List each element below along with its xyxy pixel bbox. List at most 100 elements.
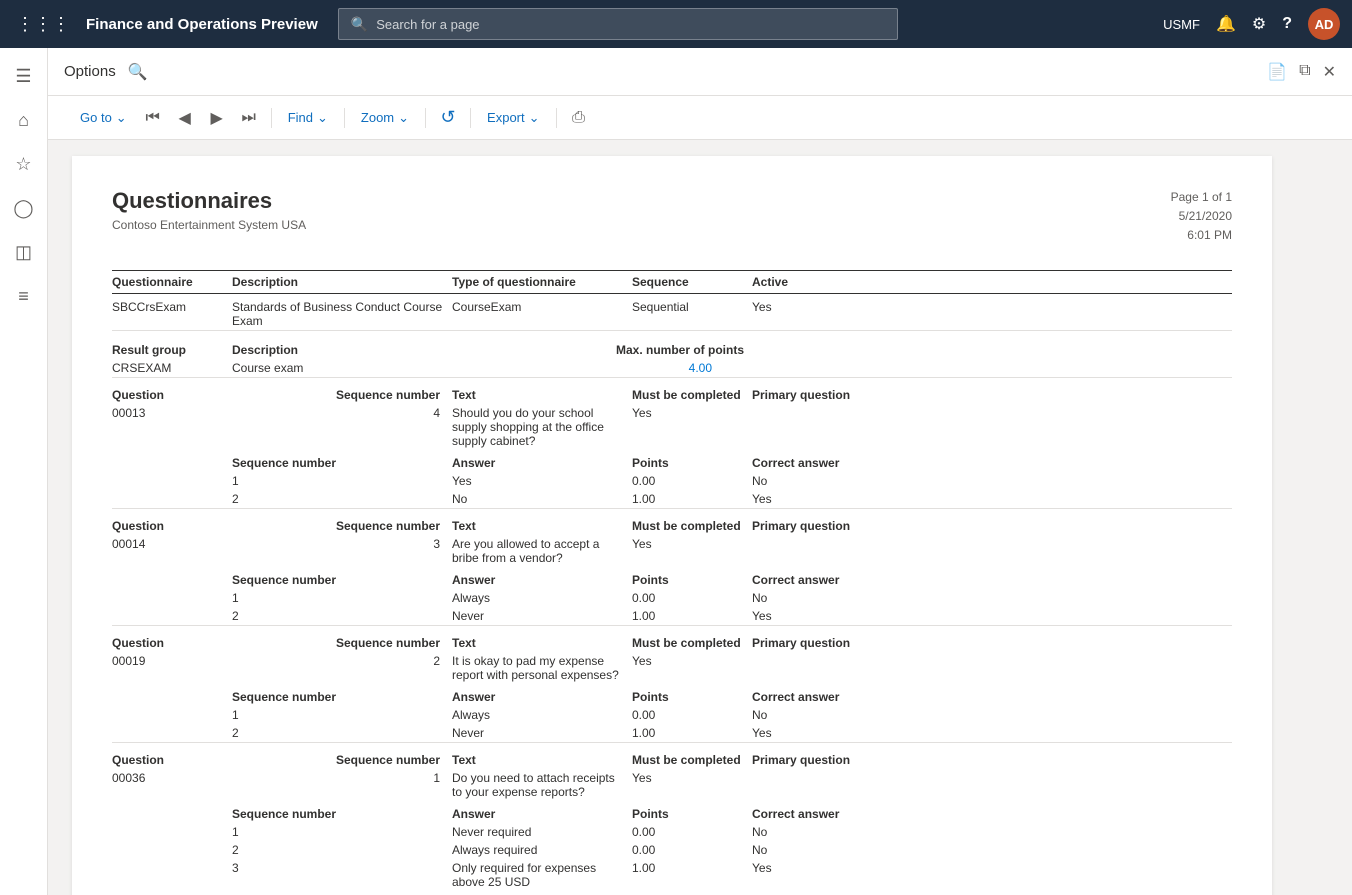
a-seq-00019-2[interactable]: 2 [232,724,452,743]
question-data-00014: 00014 3 Are you allowed to accept a brib… [112,535,1232,567]
separator-3 [425,108,426,128]
a-seq-00014-1[interactable]: 1 [232,589,452,607]
a-pts-00014-1: 0.00 [632,589,752,607]
help-icon[interactable]: ? [1282,15,1292,33]
a-pts-00013-2: 1.00 [632,490,752,509]
recent-icon[interactable]: ◯ [4,188,44,228]
question-header-00019: Question Sequence number Text Must be co… [112,625,1232,652]
a-seq-00036-1[interactable]: 1 [232,823,452,841]
nav-prev-button[interactable]: ◀ [171,104,199,132]
goto-chevron: ⌄ [116,110,127,126]
bookmark-icon[interactable]: 📄 [1267,62,1287,82]
q-primary-00014 [752,535,1232,567]
a-correct-00036-3: Yes [752,859,1232,891]
answer-row-00036-2: 2 Always required 0.00 No [112,841,1232,859]
q-id-00036[interactable]: 00036 [112,769,232,801]
q-label-1: Question [112,377,232,404]
goto-button[interactable]: Go to ⌄ [72,106,135,130]
workspaces-icon[interactable]: ◫ [4,232,44,272]
a-val-00014-1: Always [452,589,632,607]
col-type: Type of questionnaire [452,270,632,293]
q-seqnum-label-3: Sequence number [232,625,452,652]
answer-row-00013-1: 1 Yes 0.00 No [112,472,1232,490]
a-pts-00019-2: 1.00 [632,724,752,743]
q-mustcomplete-00013: Yes [632,404,752,450]
close-icon[interactable]: ✕ [1323,62,1336,82]
avatar[interactable]: AD [1308,8,1340,40]
question-header-00014: Question Sequence number Text Must be co… [112,508,1232,535]
answer-header-00019: Sequence number Answer Points Correct an… [112,684,1232,706]
report-area: Questionnaires Contoso Entertainment Sys… [48,140,1352,895]
a-correct-label-1: Correct answer [752,450,1232,472]
report-meta: Page 1 of 1 5/21/2020 6:01 PM [1171,188,1232,246]
answer-header-00036: Sequence number Answer Points Correct an… [112,801,1232,823]
zoom-chevron: ⌄ [398,110,409,126]
question-header-00013: Question Sequence number Text Must be co… [112,377,1232,404]
a-seq-00019-1[interactable]: 1 [232,706,452,724]
search-bar[interactable]: 🔍 Search for a page [338,8,898,40]
a-seq-00013-1[interactable]: 1 [232,472,452,490]
options-search-icon[interactable]: 🔍 [128,62,148,82]
nav-first-button[interactable]: ⏮ [139,104,167,132]
app-title: Finance and Operations Preview [86,16,318,33]
question-data-00013: 00013 4 Should you do your school supply… [112,404,1232,450]
a-seq-00036-3[interactable]: 3 [232,859,452,891]
top-navigation: ⋮⋮⋮ Finance and Operations Preview 🔍 Sea… [0,0,1352,48]
answer-row-00019-1: 1 Always 0.00 No [112,706,1232,724]
answer-header-00013: Sequence number Answer Points Correct an… [112,450,1232,472]
result-group-id[interactable]: CRSEXAM [112,359,232,378]
grid-icon[interactable]: ⋮⋮⋮ [12,10,74,39]
report-title: Questionnaires [112,188,306,214]
a-points-label-1: Points [632,450,752,472]
q-id-00014[interactable]: 00014 [112,535,232,567]
questionnaire-id[interactable]: SBCCrsExam [112,293,232,330]
q-seq-00036: 1 [232,769,452,801]
top-nav-right: USMF 🔔 ⚙ ? AD [1163,8,1340,40]
a-correct-00019-2: Yes [752,724,1232,743]
report-title-block: Questionnaires Contoso Entertainment Sys… [112,188,306,232]
a-val-00019-1: Always [452,706,632,724]
a-seq-00014-2[interactable]: 2 [232,607,452,626]
q-mustcomplete-label-2: Must be completed [632,508,752,535]
options-right-actions: 📄 ⧉ ✕ [1267,62,1336,82]
question-header-00036: Question Sequence number Text Must be co… [112,742,1232,769]
table-header-row: Questionnaire Description Type of questi… [112,270,1232,293]
report-paper: Questionnaires Contoso Entertainment Sys… [72,156,1272,895]
refresh-button[interactable]: ↺ [434,104,462,132]
a-correct-00036-2: No [752,841,1232,859]
a-pts-00014-2: 1.00 [632,607,752,626]
a-seq-00013-2[interactable]: 2 [232,490,452,509]
questionnaire-active: Yes [752,293,1232,330]
a-correct-00013-1: No [752,472,1232,490]
questionnaire-sequence: Sequential [632,293,752,330]
favorites-icon[interactable]: ☆ [4,144,44,184]
q-id-00013[interactable]: 00013 [112,404,232,450]
hamburger-menu[interactable]: ☰ [4,56,44,96]
a-answer-label-1: Answer [452,450,632,472]
q-label-2: Question [112,508,232,535]
nav-last-button[interactable]: ⏭ [235,104,263,132]
a-correct-00013-2: Yes [752,490,1232,509]
answer-row-00036-1: 1 Never required 0.00 No [112,823,1232,841]
side-navigation: ☰ ⌂ ☆ ◯ ◫ ≡ [0,48,48,895]
q-seqnum-label-4: Sequence number [232,742,452,769]
find-button[interactable]: Find ⌄ [280,106,336,130]
zoom-button[interactable]: Zoom ⌄ [353,106,417,130]
a-val-00036-1: Never required [452,823,632,841]
a-val-00013-2: No [452,490,632,509]
print-button[interactable]: ⎙ [565,104,593,132]
settings-icon[interactable]: ⚙ [1252,14,1266,34]
open-new-icon[interactable]: ⧉ [1299,62,1310,82]
notification-icon[interactable]: 🔔 [1216,14,1236,34]
nav-next-button[interactable]: ▶ [203,104,231,132]
report-subtitle: Contoso Entertainment System USA [112,218,306,232]
modules-icon[interactable]: ≡ [4,276,44,316]
export-button[interactable]: Export ⌄ [479,106,547,130]
q-id-00019[interactable]: 00019 [112,652,232,684]
q-text-label-2: Text [452,508,632,535]
a-seq-00036-2[interactable]: 2 [232,841,452,859]
org-code[interactable]: USMF [1163,17,1200,32]
q-text-label-1: Text [452,377,632,404]
home-icon[interactable]: ⌂ [4,100,44,140]
result-group-data-row: CRSEXAM Course exam 4.00 [112,359,1232,378]
